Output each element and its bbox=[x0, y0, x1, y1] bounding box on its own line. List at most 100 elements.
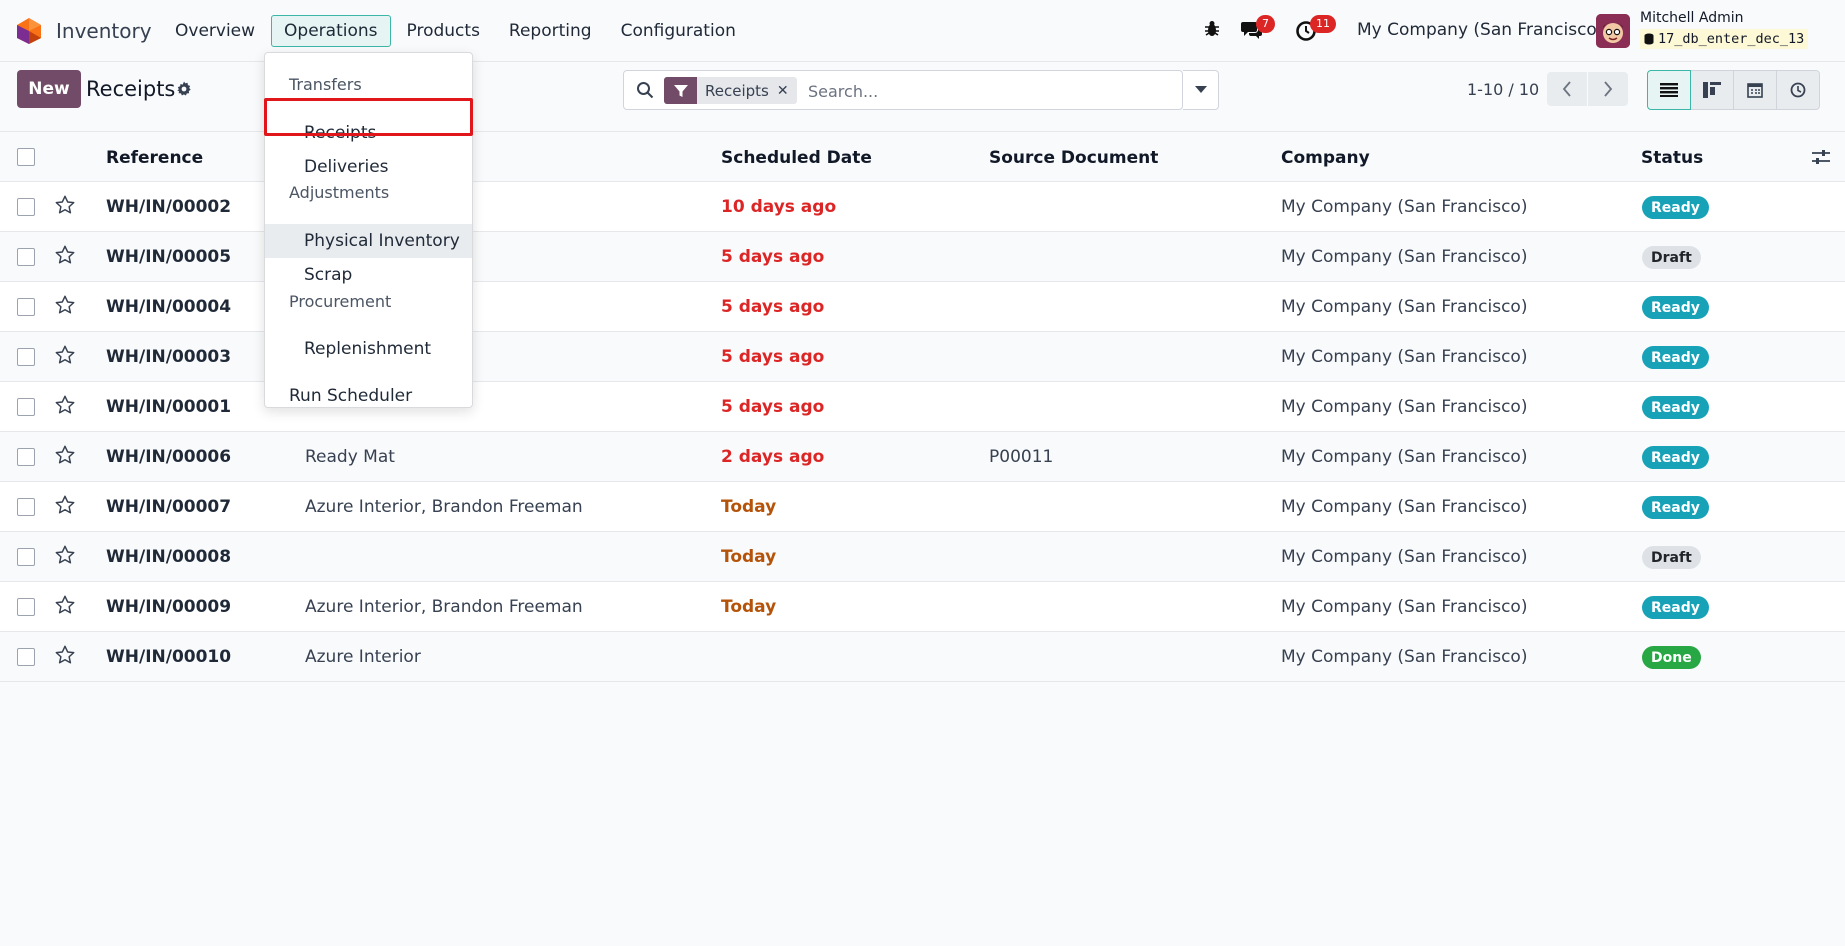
pager-value[interactable]: 1-10 / 10 bbox=[1467, 80, 1539, 99]
column-source-document[interactable]: Source Document bbox=[989, 148, 1158, 168]
dropdown-item-run-scheduler[interactable]: Run Scheduler bbox=[265, 379, 472, 413]
facet-remove-icon[interactable]: ✕ bbox=[777, 77, 797, 104]
new-button[interactable]: New bbox=[17, 70, 81, 108]
menu-configuration[interactable]: Configuration bbox=[608, 15, 749, 47]
table-row[interactable]: WH/IN/00006 Ready Mat 2 days ago P00011 My C… bbox=[0, 432, 1845, 482]
star-icon[interactable] bbox=[54, 544, 76, 566]
star-icon[interactable] bbox=[54, 494, 76, 516]
dropdown-header-adjustments: Adjustments bbox=[289, 183, 390, 202]
user-name[interactable]: Mitchell Admin bbox=[1640, 10, 1744, 26]
column-company[interactable]: Company bbox=[1281, 148, 1370, 168]
menu-operations[interactable]: Operations bbox=[271, 15, 391, 47]
row-contact: Azure Interior bbox=[305, 647, 421, 667]
row-checkbox[interactable] bbox=[17, 398, 35, 416]
status-badge: Ready bbox=[1642, 496, 1709, 519]
search-icon[interactable] bbox=[636, 81, 654, 99]
user-avatar[interactable] bbox=[1596, 14, 1630, 48]
menu-overview[interactable]: Overview bbox=[162, 15, 268, 47]
row-scheduled-date: 5 days ago bbox=[721, 397, 825, 417]
page-title: Receipts bbox=[86, 77, 176, 101]
calendar-view-button[interactable] bbox=[1733, 70, 1777, 110]
star-icon[interactable] bbox=[54, 394, 76, 416]
row-checkbox[interactable] bbox=[17, 248, 35, 266]
row-source-document: P00011 bbox=[989, 447, 1054, 467]
debug-icon[interactable] bbox=[1203, 20, 1221, 38]
activity-view-button[interactable] bbox=[1776, 70, 1820, 110]
status-badge: Draft bbox=[1642, 246, 1701, 269]
row-checkbox[interactable] bbox=[17, 348, 35, 366]
company-switcher[interactable]: My Company (San Francisco) bbox=[1357, 20, 1603, 40]
star-icon[interactable] bbox=[54, 444, 76, 466]
row-company: My Company (San Francisco) bbox=[1281, 197, 1528, 217]
column-reference[interactable]: Reference bbox=[106, 148, 203, 168]
row-checkbox[interactable] bbox=[17, 298, 35, 316]
row-reference: WH/IN/00008 bbox=[106, 547, 232, 567]
row-scheduled-date: 5 days ago bbox=[721, 247, 825, 267]
row-scheduled-date: Today bbox=[721, 597, 777, 617]
clock-icon bbox=[1790, 82, 1806, 98]
list-view-button[interactable] bbox=[1647, 70, 1691, 110]
star-icon[interactable] bbox=[54, 344, 76, 366]
app-name[interactable]: Inventory bbox=[56, 19, 152, 43]
table-row[interactable]: WH/IN/00009 Azure Interior, Brandon Freem… bbox=[0, 582, 1845, 632]
dropdown-item-scrap[interactable]: Scrap bbox=[265, 258, 472, 292]
kanban-icon bbox=[1703, 82, 1721, 98]
search-input[interactable] bbox=[808, 78, 1168, 104]
dropdown-item-replenishment[interactable]: Replenishment bbox=[265, 332, 472, 366]
row-reference: WH/IN/00004 bbox=[106, 297, 232, 317]
star-icon[interactable] bbox=[54, 644, 76, 666]
status-badge: Ready bbox=[1642, 396, 1709, 419]
row-reference: WH/IN/00006 bbox=[106, 447, 232, 467]
table-row[interactable]: WH/IN/00010 Azure Interior My Company (San… bbox=[0, 632, 1845, 682]
row-reference: WH/IN/00010 bbox=[106, 647, 232, 667]
row-checkbox[interactable] bbox=[17, 648, 35, 666]
menu-reporting[interactable]: Reporting bbox=[496, 15, 605, 47]
select-all-checkbox[interactable] bbox=[17, 148, 35, 166]
search-facet[interactable]: Receipts ✕ bbox=[664, 77, 797, 104]
pager-previous-button[interactable] bbox=[1547, 72, 1587, 106]
row-scheduled-date: 5 days ago bbox=[721, 297, 825, 317]
status-badge: Ready bbox=[1642, 596, 1709, 619]
row-contact: Azure Interior, Brandon Freeman bbox=[305, 597, 583, 617]
star-icon[interactable] bbox=[54, 194, 76, 216]
star-icon[interactable] bbox=[54, 244, 76, 266]
row-scheduled-date: 10 days ago bbox=[721, 197, 837, 217]
row-checkbox[interactable] bbox=[17, 548, 35, 566]
table-row[interactable]: WH/IN/00008 Today My Company (San Francisc… bbox=[0, 532, 1845, 582]
row-company: My Company (San Francisco) bbox=[1281, 397, 1528, 417]
status-badge: Ready bbox=[1642, 446, 1709, 469]
row-scheduled-date: 2 days ago bbox=[721, 447, 825, 467]
optional-columns-icon[interactable] bbox=[1812, 149, 1830, 165]
row-company: My Company (San Francisco) bbox=[1281, 297, 1528, 317]
row-scheduled-date: Today bbox=[721, 547, 777, 567]
dropdown-item-deliveries[interactable]: Deliveries bbox=[265, 150, 472, 184]
search-options-toggle[interactable] bbox=[1183, 70, 1219, 110]
row-checkbox[interactable] bbox=[17, 498, 35, 516]
row-contact: Ready Mat bbox=[305, 447, 395, 467]
kanban-view-button[interactable] bbox=[1690, 70, 1734, 110]
row-checkbox[interactable] bbox=[17, 198, 35, 216]
column-scheduled-date[interactable]: Scheduled Date bbox=[721, 148, 872, 168]
pager-next-button[interactable] bbox=[1588, 72, 1628, 106]
menu-products[interactable]: Products bbox=[394, 15, 493, 47]
gear-icon[interactable] bbox=[176, 81, 192, 97]
caret-down-icon bbox=[1194, 86, 1207, 93]
star-icon[interactable] bbox=[54, 594, 76, 616]
dropdown-item-physical-inventory[interactable]: Physical Inventory bbox=[265, 224, 472, 258]
row-reference: WH/IN/00007 bbox=[106, 497, 232, 517]
row-checkbox[interactable] bbox=[17, 448, 35, 466]
app-logo-icon[interactable] bbox=[16, 17, 42, 45]
row-scheduled-date: Today bbox=[721, 497, 777, 517]
row-reference: WH/IN/00002 bbox=[106, 197, 232, 217]
table-row[interactable]: WH/IN/00007 Azure Interior, Brandon Freem… bbox=[0, 482, 1845, 532]
column-status[interactable]: Status bbox=[1641, 148, 1703, 168]
status-badge: Ready bbox=[1642, 296, 1709, 319]
dropdown-item-receipts[interactable]: Receipts bbox=[265, 116, 472, 150]
star-icon[interactable] bbox=[54, 294, 76, 316]
status-badge: Ready bbox=[1642, 346, 1709, 369]
chevron-right-icon bbox=[1604, 81, 1613, 97]
row-company: My Company (San Francisco) bbox=[1281, 647, 1528, 667]
row-checkbox[interactable] bbox=[17, 598, 35, 616]
database-name: 17_db_enter_dec_13 bbox=[1658, 31, 1805, 47]
row-reference: WH/IN/00005 bbox=[106, 247, 232, 267]
